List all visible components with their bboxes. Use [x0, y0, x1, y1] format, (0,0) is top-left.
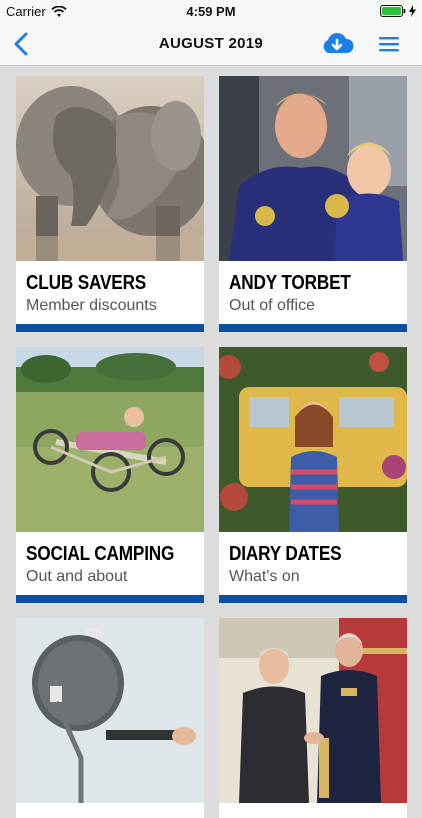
issue-title: AUGUST 2019 [158, 35, 264, 52]
card-subtitle: Out of office [229, 297, 315, 314]
elephants-image [16, 76, 204, 261]
card-title: ANDY TORBET [229, 272, 351, 294]
article-card-andy-torbet[interactable]: ANDY TORBET Out of office [219, 76, 407, 332]
article-card-diary-dates[interactable]: DIARY DATES What's on [219, 347, 407, 603]
card-accent-bar [16, 324, 204, 332]
card-accent-bar [219, 595, 407, 603]
card-title: CLUB SAVERS [26, 272, 147, 294]
andy-torbet-image [219, 76, 407, 261]
ceremony-image [219, 618, 407, 803]
article-card-ceremony[interactable] [219, 618, 407, 818]
card-accent-bar [16, 595, 204, 603]
article-card-satellite[interactable] [16, 618, 204, 818]
status-bar: Carrier 4:59 PM [0, 0, 422, 22]
card-subtitle: What's on [229, 568, 300, 585]
hamburger-menu-icon[interactable] [378, 34, 400, 54]
satellite-dish-image [16, 618, 204, 803]
article-card-club-savers[interactable]: CLUB SAVERS Member discounts [16, 76, 204, 332]
clock: 4:59 PM [186, 4, 236, 19]
battery-icon [380, 5, 406, 17]
charging-bolt-icon [409, 5, 416, 17]
cloud-download-icon[interactable] [320, 31, 354, 57]
diary-dates-image [219, 347, 407, 532]
card-subtitle: Member discounts [26, 297, 157, 314]
card-title: SOCIAL CAMPING [26, 543, 175, 565]
card-accent-bar [219, 324, 407, 332]
navigation-bar: AUGUST 2019 [0, 22, 422, 66]
card-title: DIARY DATES [229, 543, 342, 565]
card-subtitle: Out and about [26, 568, 128, 585]
social-camping-image [16, 347, 204, 532]
article-card-social-camping[interactable]: SOCIAL CAMPING Out and about [16, 347, 204, 603]
battery-indicator [380, 5, 416, 17]
